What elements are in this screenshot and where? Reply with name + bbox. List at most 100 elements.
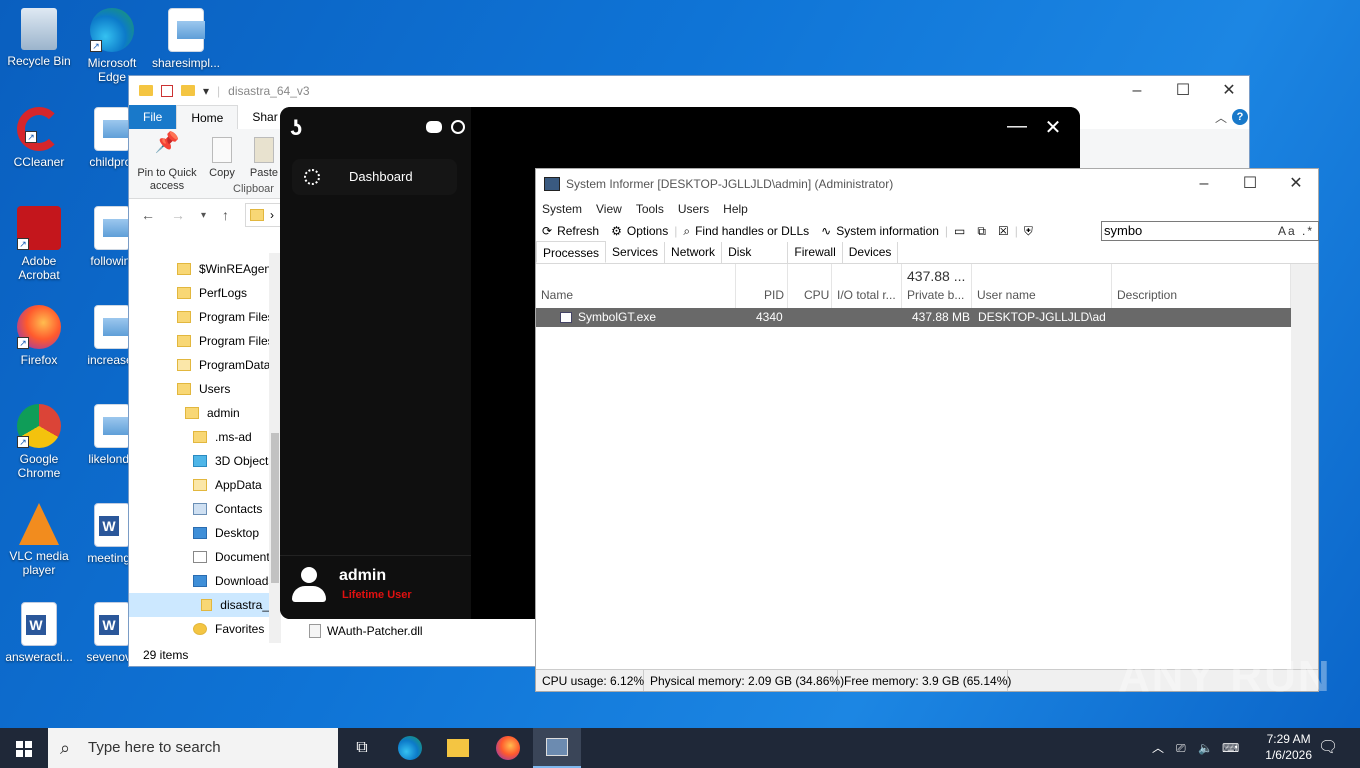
desktop-icon-recycle-bin[interactable]: Recycle Bin [0, 8, 78, 68]
desktop-icon-vlc[interactable]: VLC media player [0, 503, 78, 577]
back-icon[interactable]: ← [141, 207, 155, 223]
nav-item[interactable]: Downloads [193, 569, 274, 593]
nav-item-selected[interactable]: disastra_ [129, 593, 269, 617]
search-input[interactable]: symbo Aa .* [1101, 221, 1319, 241]
nav-item[interactable]: $WinREAgent [177, 257, 274, 281]
shield-icon[interactable]: ⛨ [1024, 224, 1033, 239]
menu-view[interactable]: View [596, 198, 630, 220]
desktop-icon-acrobat[interactable]: ↗ Adobe Acrobat [0, 206, 78, 282]
desktop-icon-ccleaner[interactable]: ↗ CCleaner [0, 107, 78, 169]
search-placeholder: Type here to search [88, 739, 221, 756]
system-information-button[interactable]: ∿ System information [821, 224, 939, 238]
nav-dashboard[interactable]: Dashboard [292, 159, 457, 195]
tab-services[interactable]: Services [606, 242, 666, 263]
desktop-icon-sharesimpl[interactable]: sharesimpl... [147, 8, 225, 70]
scrollbar-thumb[interactable] [271, 433, 279, 583]
tab-network[interactable]: Network [665, 242, 723, 263]
minimize-button[interactable]: – [1181, 169, 1227, 198]
tab-devices[interactable]: Devices [843, 242, 899, 263]
properties-icon[interactable] [161, 84, 173, 97]
options-button[interactable]: ⚙ Options [611, 224, 668, 238]
notifications-icon[interactable]: 🗨 [1318, 728, 1338, 768]
desktop-icon-chrome[interactable]: ↗ Google Chrome [0, 404, 78, 480]
nav-item[interactable]: Favorites [193, 617, 264, 641]
new-folder-icon[interactable] [181, 85, 195, 96]
nav-item[interactable]: Users [177, 377, 230, 401]
col-description[interactable]: Description [1112, 264, 1291, 308]
col-private-bytes[interactable]: 437.88 ... Private b... [902, 264, 972, 308]
maximize-button[interactable]: ☐ [1227, 169, 1273, 198]
maximize-button[interactable]: ☐ [1160, 76, 1206, 105]
menu-users[interactable]: Users [678, 198, 717, 220]
up-icon[interactable]: ↑ [222, 207, 229, 223]
ribbon-collapse-icon[interactable]: ︿ [1215, 109, 1227, 126]
taskbar-firefox[interactable] [484, 728, 532, 768]
recent-dropdown-icon[interactable]: ▾ [201, 210, 206, 221]
vertical-scrollbar[interactable] [1291, 264, 1318, 669]
forward-icon[interactable]: → [171, 207, 185, 223]
col-user-name[interactable]: User name [972, 264, 1112, 308]
nav-item[interactable]: admin [185, 401, 240, 425]
nav-item[interactable]: PerfLogs [177, 281, 247, 305]
col-io[interactable]: I/O total r... [832, 264, 902, 308]
copy-button[interactable]: Copy [205, 137, 239, 180]
tab-processes[interactable]: Processes [536, 241, 607, 263]
tab-disk[interactable]: Disk [722, 242, 789, 263]
nav-item[interactable]: AppData [193, 473, 262, 497]
start-button[interactable] [0, 728, 48, 768]
nav-item[interactable]: Contacts [193, 497, 262, 521]
nav-item[interactable]: Desktop [193, 521, 259, 545]
pin-quick-access-button[interactable]: 📌 Pin to Quick access [135, 133, 199, 193]
folder-icon [201, 599, 213, 611]
close-button[interactable]: ✕ [1041, 115, 1065, 139]
refresh-button[interactable]: ⟳ Refresh [542, 224, 599, 238]
globe-icon[interactable] [451, 120, 465, 134]
help-icon[interactable]: ? [1232, 109, 1248, 125]
desktop-icon-answeracti[interactable]: answeracti... [0, 602, 78, 664]
search-options[interactable]: Aa .* [1278, 222, 1314, 240]
taskbar-system-informer[interactable] [533, 728, 581, 768]
process-icon [560, 312, 572, 323]
menu-help[interactable]: Help [723, 198, 756, 220]
clock[interactable]: 7:29 AM 1/6/2026 [1265, 731, 1312, 763]
minimize-button[interactable]: – [1114, 76, 1160, 105]
tab-home[interactable]: Home [176, 105, 239, 129]
find-window-icon[interactable]: ⧉ [977, 224, 986, 239]
close-button[interactable]: ✕ [1273, 169, 1319, 198]
desktop-icon-edge[interactable]: ↗ Microsoft Edge [73, 8, 151, 84]
taskbar-explorer[interactable] [434, 728, 482, 768]
nav-item[interactable]: Program Files [177, 305, 274, 329]
nav-item[interactable]: Documents [193, 545, 276, 569]
table-row[interactable]: SymbolGT.exe 4340 437.88 MB DESKTOP-JGLL… [536, 308, 1291, 327]
nav-item[interactable]: Program Files [177, 329, 274, 353]
kill-window-icon[interactable]: ☒ [998, 224, 1009, 238]
nav-item[interactable]: 3D Objects [193, 449, 274, 473]
qat-dropdown-icon[interactable]: ▾ [203, 84, 209, 98]
tab-firewall[interactable]: Firewall [788, 242, 843, 263]
desktop-folder-icon [193, 527, 207, 539]
col-pid[interactable]: PID [736, 264, 788, 308]
show-hidden-icons[interactable]: ︿ [1152, 728, 1164, 768]
col-name[interactable]: Name [536, 264, 736, 308]
paste-button[interactable]: Paste [247, 137, 281, 180]
ime-icon[interactable]: ⌨ [1222, 728, 1239, 768]
tab-file[interactable]: File [129, 105, 177, 129]
nav-item[interactable]: ProgramData [177, 353, 270, 377]
menu-tools[interactable]: Tools [636, 198, 672, 220]
minimize-button[interactable]: — [1005, 115, 1029, 139]
volume-icon[interactable]: 🔈 [1198, 728, 1213, 768]
menu-system[interactable]: System [542, 198, 590, 220]
find-handles-button[interactable]: ⌕ Find handles or DLLs [683, 224, 809, 239]
close-button[interactable]: ✕ [1206, 76, 1252, 105]
task-view-button[interactable]: ⧉ [338, 728, 386, 768]
taskbar-search-box[interactable]: ⌕ Type here to search [48, 728, 338, 768]
discord-icon[interactable] [426, 121, 442, 133]
network-icon[interactable]: ⎚ [1176, 728, 1186, 768]
desktop-icon-firefox[interactable]: ↗ Firefox [0, 305, 78, 367]
nav-item[interactable]: .ms-ad [193, 425, 252, 449]
file-list-item[interactable]: WAuth-Patcher.dll [309, 624, 423, 638]
taskbar-edge[interactable] [386, 728, 434, 768]
window-icon[interactable]: ▭ [954, 224, 965, 238]
sysinformer-titlebar: System Informer [DESKTOP-JGLLJLD\admin] … [536, 169, 1318, 198]
col-cpu[interactable]: CPU [788, 264, 832, 308]
